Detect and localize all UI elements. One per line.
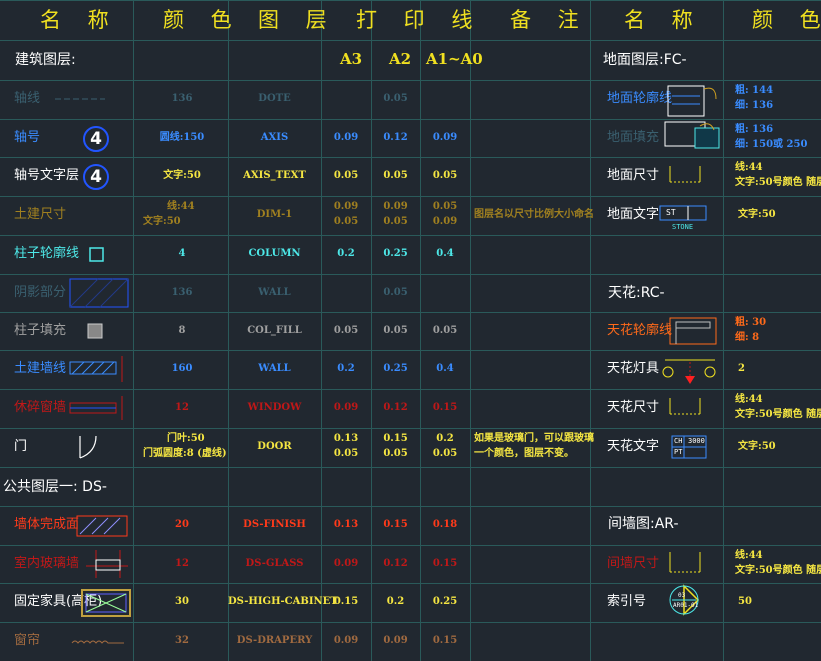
index-number-icon [669, 584, 700, 616]
symbols-layer [55, 85, 720, 644]
pt-tag: PT [674, 448, 683, 456]
st-tag: ST [666, 208, 676, 217]
floor-outline-icon [667, 85, 717, 117]
civil-wall-hatch-icon [69, 356, 123, 382]
wall-dim-icon [669, 552, 701, 573]
ceiling-outline-icon [669, 317, 717, 345]
stone-label: STONE [672, 223, 694, 231]
ch-tag: CH [674, 437, 683, 445]
index-top: 03 [678, 592, 686, 599]
cabinet-icon [81, 589, 131, 617]
floor-fill-icon [664, 121, 720, 149]
glass-wall-icon [86, 550, 128, 578]
drapery-icon [71, 640, 124, 644]
ceiling-dim-icon [669, 398, 701, 415]
window-icon [69, 396, 123, 420]
index-bottom: AR01-01 [673, 602, 699, 609]
ceiling-code: 3000 [688, 437, 705, 445]
door-arc-icon [79, 435, 97, 459]
wall-finish-icon [76, 515, 128, 537]
column-square-icon [89, 247, 104, 262]
column-fill-icon [87, 323, 103, 339]
floor-dim-icon [669, 166, 701, 183]
ceiling-light-icon [662, 359, 716, 384]
shade-hatch-icon [69, 278, 129, 308]
